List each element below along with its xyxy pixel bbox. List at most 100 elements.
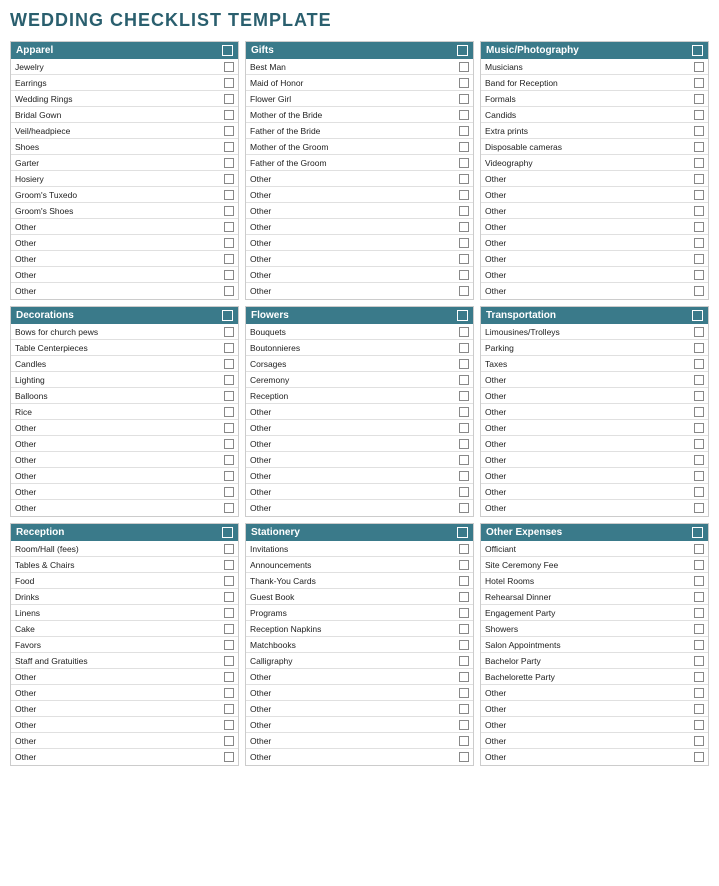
row-checkbox-reception-10[interactable] — [224, 704, 234, 714]
section-header-checkbox-music-photography[interactable] — [692, 45, 703, 56]
row-checkbox-music-photography-9[interactable] — [694, 206, 704, 216]
row-checkbox-gifts-1[interactable] — [459, 78, 469, 88]
row-checkbox-transportation-10[interactable] — [694, 487, 704, 497]
row-checkbox-gifts-12[interactable] — [459, 254, 469, 264]
row-checkbox-flowers-6[interactable] — [459, 423, 469, 433]
row-checkbox-stationery-5[interactable] — [459, 624, 469, 634]
section-header-checkbox-reception[interactable] — [222, 527, 233, 538]
row-checkbox-reception-1[interactable] — [224, 560, 234, 570]
row-checkbox-stationery-3[interactable] — [459, 592, 469, 602]
row-checkbox-music-photography-0[interactable] — [694, 62, 704, 72]
row-checkbox-music-photography-3[interactable] — [694, 110, 704, 120]
section-header-checkbox-gifts[interactable] — [457, 45, 468, 56]
row-checkbox-gifts-9[interactable] — [459, 206, 469, 216]
row-checkbox-decorations-11[interactable] — [224, 503, 234, 513]
row-checkbox-transportation-5[interactable] — [694, 407, 704, 417]
row-checkbox-decorations-10[interactable] — [224, 487, 234, 497]
row-checkbox-decorations-4[interactable] — [224, 391, 234, 401]
row-checkbox-music-photography-5[interactable] — [694, 142, 704, 152]
row-checkbox-music-photography-4[interactable] — [694, 126, 704, 136]
row-checkbox-stationery-10[interactable] — [459, 704, 469, 714]
row-checkbox-reception-8[interactable] — [224, 672, 234, 682]
row-checkbox-gifts-10[interactable] — [459, 222, 469, 232]
row-checkbox-music-photography-14[interactable] — [694, 286, 704, 296]
row-checkbox-stationery-4[interactable] — [459, 608, 469, 618]
row-checkbox-stationery-0[interactable] — [459, 544, 469, 554]
section-header-checkbox-transportation[interactable] — [692, 310, 703, 321]
row-checkbox-music-photography-12[interactable] — [694, 254, 704, 264]
row-checkbox-gifts-8[interactable] — [459, 190, 469, 200]
row-checkbox-stationery-12[interactable] — [459, 736, 469, 746]
row-checkbox-gifts-11[interactable] — [459, 238, 469, 248]
row-checkbox-stationery-13[interactable] — [459, 752, 469, 762]
row-checkbox-other-expenses-12[interactable] — [694, 736, 704, 746]
row-checkbox-apparel-13[interactable] — [224, 270, 234, 280]
row-checkbox-apparel-7[interactable] — [224, 174, 234, 184]
row-checkbox-flowers-0[interactable] — [459, 327, 469, 337]
row-checkbox-other-expenses-9[interactable] — [694, 688, 704, 698]
row-checkbox-flowers-9[interactable] — [459, 471, 469, 481]
row-checkbox-reception-0[interactable] — [224, 544, 234, 554]
row-checkbox-other-expenses-1[interactable] — [694, 560, 704, 570]
row-checkbox-transportation-4[interactable] — [694, 391, 704, 401]
row-checkbox-decorations-3[interactable] — [224, 375, 234, 385]
row-checkbox-reception-2[interactable] — [224, 576, 234, 586]
row-checkbox-gifts-7[interactable] — [459, 174, 469, 184]
row-checkbox-reception-7[interactable] — [224, 656, 234, 666]
row-checkbox-other-expenses-3[interactable] — [694, 592, 704, 602]
row-checkbox-other-expenses-11[interactable] — [694, 720, 704, 730]
row-checkbox-gifts-4[interactable] — [459, 126, 469, 136]
row-checkbox-reception-13[interactable] — [224, 752, 234, 762]
row-checkbox-decorations-5[interactable] — [224, 407, 234, 417]
row-checkbox-music-photography-8[interactable] — [694, 190, 704, 200]
row-checkbox-reception-12[interactable] — [224, 736, 234, 746]
section-header-checkbox-flowers[interactable] — [457, 310, 468, 321]
row-checkbox-apparel-5[interactable] — [224, 142, 234, 152]
row-checkbox-flowers-5[interactable] — [459, 407, 469, 417]
row-checkbox-stationery-8[interactable] — [459, 672, 469, 682]
row-checkbox-decorations-7[interactable] — [224, 439, 234, 449]
row-checkbox-stationery-1[interactable] — [459, 560, 469, 570]
row-checkbox-apparel-3[interactable] — [224, 110, 234, 120]
row-checkbox-apparel-1[interactable] — [224, 78, 234, 88]
section-header-checkbox-apparel[interactable] — [222, 45, 233, 56]
row-checkbox-other-expenses-7[interactable] — [694, 656, 704, 666]
row-checkbox-stationery-6[interactable] — [459, 640, 469, 650]
section-header-checkbox-decorations[interactable] — [222, 310, 233, 321]
row-checkbox-apparel-6[interactable] — [224, 158, 234, 168]
row-checkbox-other-expenses-6[interactable] — [694, 640, 704, 650]
row-checkbox-reception-11[interactable] — [224, 720, 234, 730]
row-checkbox-reception-6[interactable] — [224, 640, 234, 650]
row-checkbox-apparel-10[interactable] — [224, 222, 234, 232]
row-checkbox-transportation-9[interactable] — [694, 471, 704, 481]
row-checkbox-flowers-3[interactable] — [459, 375, 469, 385]
row-checkbox-flowers-7[interactable] — [459, 439, 469, 449]
row-checkbox-stationery-11[interactable] — [459, 720, 469, 730]
row-checkbox-gifts-5[interactable] — [459, 142, 469, 152]
row-checkbox-transportation-8[interactable] — [694, 455, 704, 465]
row-checkbox-other-expenses-5[interactable] — [694, 624, 704, 634]
row-checkbox-music-photography-7[interactable] — [694, 174, 704, 184]
row-checkbox-flowers-1[interactable] — [459, 343, 469, 353]
row-checkbox-music-photography-6[interactable] — [694, 158, 704, 168]
row-checkbox-transportation-1[interactable] — [694, 343, 704, 353]
row-checkbox-gifts-2[interactable] — [459, 94, 469, 104]
row-checkbox-music-photography-1[interactable] — [694, 78, 704, 88]
row-checkbox-decorations-8[interactable] — [224, 455, 234, 465]
row-checkbox-decorations-6[interactable] — [224, 423, 234, 433]
row-checkbox-stationery-7[interactable] — [459, 656, 469, 666]
row-checkbox-other-expenses-0[interactable] — [694, 544, 704, 554]
row-checkbox-apparel-2[interactable] — [224, 94, 234, 104]
row-checkbox-transportation-3[interactable] — [694, 375, 704, 385]
row-checkbox-gifts-0[interactable] — [459, 62, 469, 72]
row-checkbox-apparel-11[interactable] — [224, 238, 234, 248]
row-checkbox-gifts-6[interactable] — [459, 158, 469, 168]
row-checkbox-music-photography-2[interactable] — [694, 94, 704, 104]
row-checkbox-apparel-8[interactable] — [224, 190, 234, 200]
row-checkbox-flowers-11[interactable] — [459, 503, 469, 513]
row-checkbox-stationery-2[interactable] — [459, 576, 469, 586]
row-checkbox-decorations-0[interactable] — [224, 327, 234, 337]
row-checkbox-transportation-2[interactable] — [694, 359, 704, 369]
row-checkbox-apparel-9[interactable] — [224, 206, 234, 216]
row-checkbox-gifts-13[interactable] — [459, 270, 469, 280]
